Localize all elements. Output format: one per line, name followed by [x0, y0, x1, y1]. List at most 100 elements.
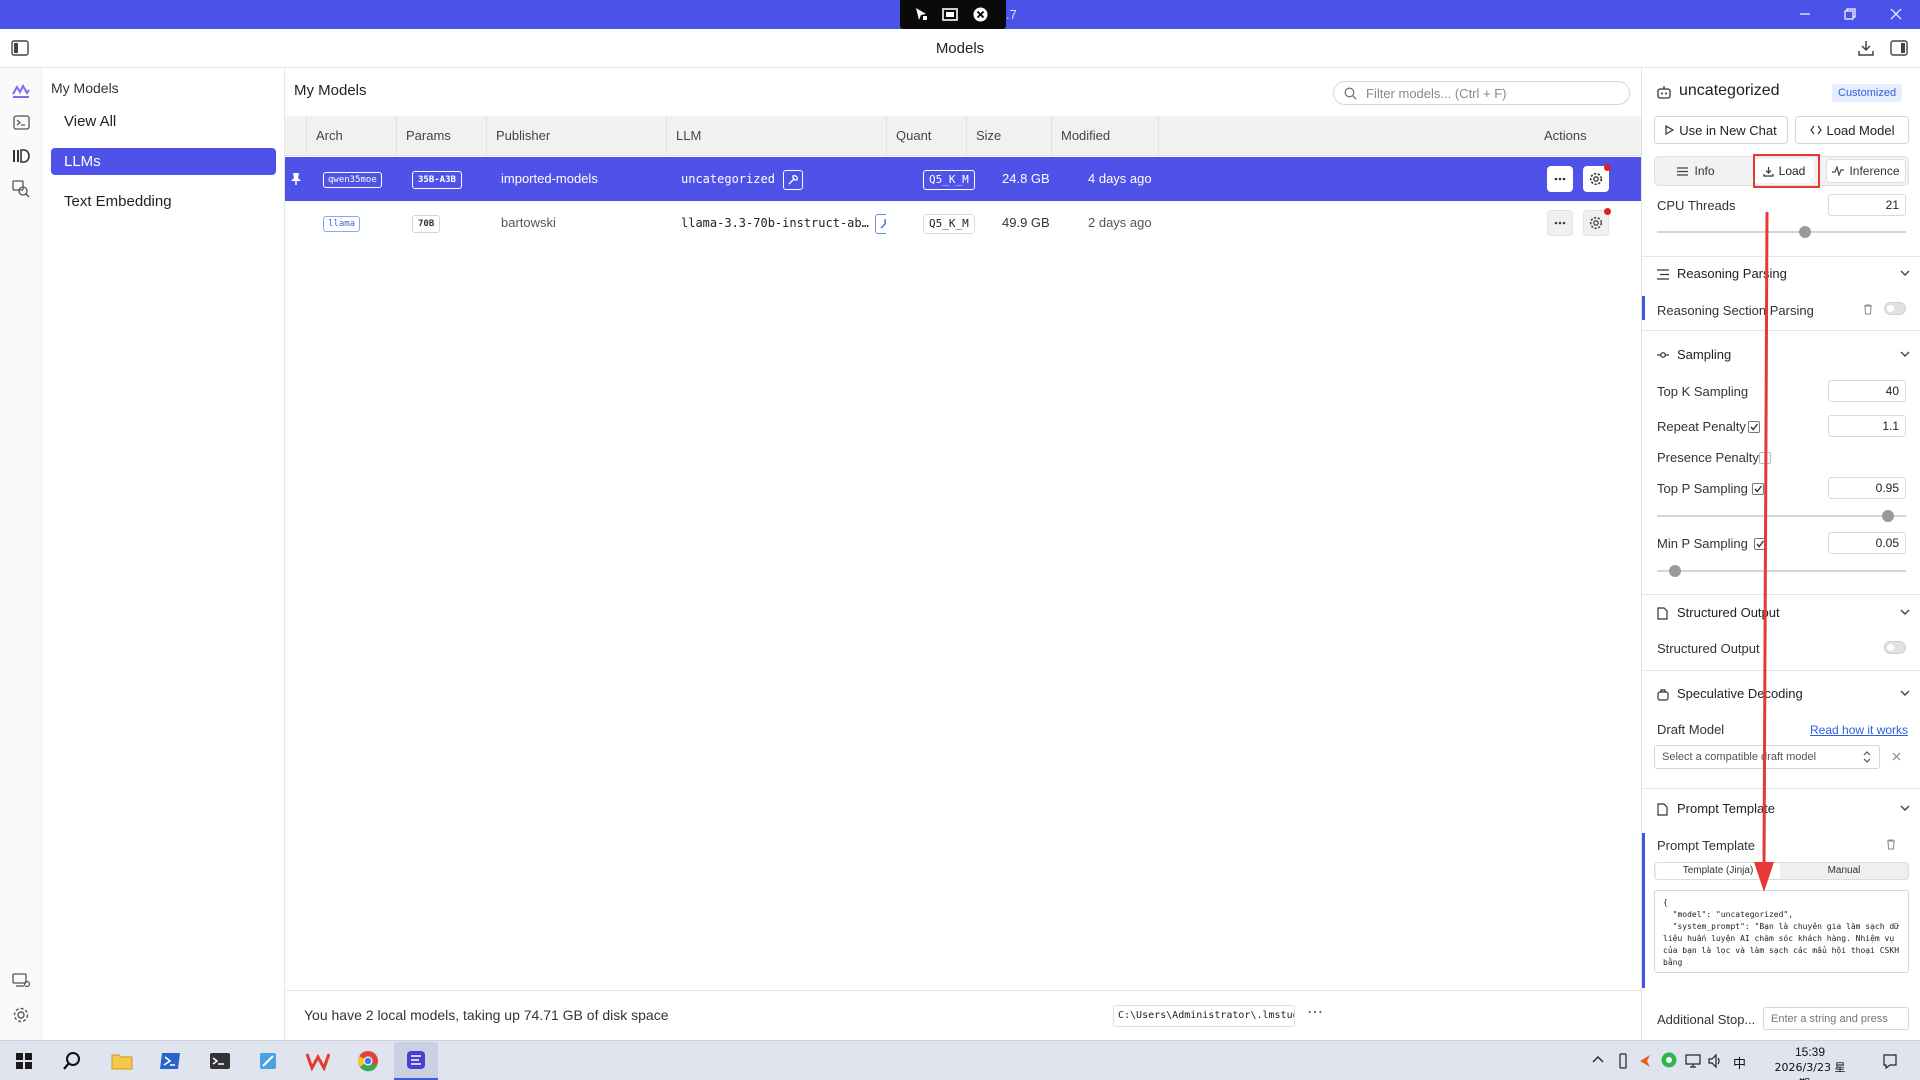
- nav-item-text-embedding[interactable]: Text Embedding: [51, 188, 276, 215]
- gear-icon: [1589, 172, 1603, 186]
- model-settings-button[interactable]: [1583, 164, 1611, 192]
- search-button[interactable]: [50, 1042, 94, 1080]
- terminal-button[interactable]: [198, 1042, 242, 1080]
- network-icon[interactable]: [1685, 1053, 1701, 1069]
- structured-output-toggle[interactable]: [1884, 641, 1906, 654]
- footer-more-button[interactable]: ⋯: [1307, 1002, 1323, 1022]
- filter-box[interactable]: [1333, 81, 1630, 105]
- repeat-penalty-input[interactable]: 1.1: [1828, 415, 1906, 437]
- nav-item-view-all[interactable]: View All: [51, 108, 276, 135]
- mode-manual[interactable]: Manual: [1782, 863, 1906, 879]
- col-size[interactable]: Size: [967, 116, 1052, 156]
- chat-icon[interactable]: [10, 81, 32, 103]
- top-p-input[interactable]: 0.95: [1828, 477, 1906, 499]
- use-in-new-chat-button[interactable]: Use in New Chat: [1654, 116, 1788, 144]
- load-model-label: Load Model: [1826, 122, 1895, 138]
- more-actions-button[interactable]: [1547, 210, 1573, 236]
- close-capture-icon[interactable]: [973, 7, 988, 22]
- chrome-button[interactable]: [346, 1042, 390, 1080]
- developer-icon[interactable]: [10, 111, 32, 133]
- chevron-down-icon[interactable]: [1900, 804, 1910, 812]
- reset-icon[interactable]: [1863, 304, 1873, 315]
- wechat-icon[interactable]: [1661, 1052, 1677, 1068]
- col-llm[interactable]: LLM: [667, 116, 887, 156]
- start-button[interactable]: [2, 1042, 46, 1080]
- cursor-icon[interactable]: [914, 7, 928, 21]
- slider-knob[interactable]: [1669, 565, 1681, 577]
- search-icon: [63, 1052, 80, 1070]
- usb-icon[interactable]: [1618, 1053, 1628, 1069]
- lmstudio-button[interactable]: [394, 1042, 438, 1080]
- nav-header: My Models: [51, 80, 119, 96]
- tray-chevron-icon[interactable]: [1592, 1055, 1604, 1063]
- edit-model-icon[interactable]: [782, 169, 803, 190]
- chevron-down-icon[interactable]: [1900, 608, 1910, 616]
- table-row[interactable]: qwen35moe 35B-A3B imported-models uncate…: [285, 157, 1641, 201]
- quant-cell: Q5_K_M: [923, 157, 993, 201]
- publisher-cell: imported-models: [501, 171, 598, 186]
- tab-info[interactable]: Info: [1656, 158, 1736, 184]
- reset-template-icon[interactable]: [1886, 839, 1896, 850]
- wps-button[interactable]: [296, 1042, 340, 1080]
- top-k-label: Top K Sampling: [1657, 384, 1749, 399]
- sampling-header[interactable]: Sampling: [1677, 347, 1731, 362]
- llm-cell: llama-3.3-70b-instruct-ab…: [681, 201, 886, 245]
- load-model-button[interactable]: Load Model: [1795, 116, 1909, 144]
- params-cell: 35B-A3B: [412, 157, 484, 201]
- slider-knob[interactable]: [1799, 226, 1811, 238]
- chevron-down-icon[interactable]: [1900, 269, 1910, 277]
- volume-icon[interactable]: [1707, 1053, 1723, 1069]
- my-models-icon[interactable]: [10, 145, 32, 167]
- nav-item-llms[interactable]: LLMs: [51, 148, 276, 175]
- reasoning-toggle[interactable]: [1884, 302, 1906, 315]
- col-modified[interactable]: Modified: [1052, 116, 1159, 156]
- col-arch[interactable]: Arch: [307, 116, 397, 156]
- min-p-input[interactable]: 0.05: [1828, 532, 1906, 554]
- col-quant[interactable]: Quant: [887, 116, 967, 156]
- more-actions-button[interactable]: [1547, 166, 1573, 192]
- model-settings-button[interactable]: [1583, 208, 1611, 236]
- screenshot-icon[interactable]: [942, 8, 958, 21]
- col-publisher[interactable]: Publisher: [487, 116, 667, 156]
- notification-icon[interactable]: [1882, 1053, 1898, 1069]
- powershell-button[interactable]: [148, 1042, 192, 1080]
- additional-stop-input[interactable]: [1763, 1007, 1909, 1030]
- clock[interactable]: 15:39 2026/3/23 星期一: [1770, 1044, 1850, 1080]
- discover-icon[interactable]: [10, 178, 32, 200]
- tray-app-icon[interactable]: [1638, 1053, 1652, 1069]
- close-window-icon[interactable]: [1889, 7, 1903, 21]
- customized-badge: Customized: [1832, 84, 1903, 102]
- restore-icon[interactable]: [1843, 7, 1857, 21]
- pin-icon[interactable]: [290, 157, 306, 201]
- edit-model-icon[interactable]: [874, 213, 886, 234]
- ime-indicator[interactable]: 中: [1733, 1053, 1746, 1072]
- toggle-right-panel-icon[interactable]: [1890, 40, 1908, 56]
- chrome-icon: [357, 1051, 378, 1072]
- col-params[interactable]: Params: [397, 116, 487, 156]
- top-k-input[interactable]: 40: [1828, 380, 1906, 402]
- size-cell: 24.8 GB: [1002, 171, 1050, 186]
- arch-tag: qwen35moe: [323, 171, 382, 188]
- file-explorer-button[interactable]: [100, 1042, 144, 1080]
- tab-inference[interactable]: Inference: [1826, 159, 1906, 183]
- runtime-icon[interactable]: [10, 969, 32, 991]
- modified-cell: 4 days ago: [1088, 171, 1152, 186]
- models-path[interactable]: C:\Users\Administrator\.lmstudio\models: [1113, 1005, 1295, 1027]
- powershell-icon: [160, 1053, 180, 1069]
- table-row[interactable]: llama 70B bartowski llama-3.3-70b-instru…: [285, 201, 1641, 245]
- clear-draft-icon[interactable]: [1892, 752, 1901, 761]
- gear-icon: [1589, 216, 1603, 230]
- clock-time: 15:39: [1794, 1045, 1826, 1059]
- notepad-button[interactable]: [246, 1042, 290, 1080]
- tab-info-label: Info: [1694, 164, 1715, 178]
- downloads-icon[interactable]: [1857, 39, 1875, 57]
- settings-icon[interactable]: [10, 1004, 32, 1026]
- chevron-down-icon[interactable]: [1900, 350, 1910, 358]
- slider-knob[interactable]: [1882, 510, 1894, 522]
- minimize-icon[interactable]: [1798, 7, 1812, 21]
- chevron-down-icon[interactable]: [1900, 689, 1910, 697]
- params-cell: 70B: [412, 201, 484, 245]
- read-how-it-works-link[interactable]: Read how it works: [1810, 723, 1908, 737]
- cpu-threads-input[interactable]: 21: [1828, 194, 1906, 216]
- filter-input[interactable]: [1366, 85, 1621, 101]
